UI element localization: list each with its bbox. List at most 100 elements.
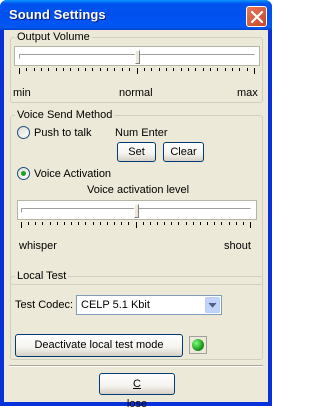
slider-tick xyxy=(42,222,43,225)
voice-level-min-label: whisper xyxy=(19,240,57,252)
output-volume-mid-label: normal xyxy=(119,87,153,99)
slider-tick xyxy=(178,222,179,225)
slider-tick xyxy=(166,68,167,71)
slider-tick xyxy=(71,222,72,225)
close-button-label: Close xyxy=(126,378,148,410)
slider-tick xyxy=(207,222,208,225)
slider-tick xyxy=(200,222,201,225)
slider-tick xyxy=(247,68,248,71)
close-button[interactable]: Close xyxy=(99,373,175,410)
window-title: Sound Settings xyxy=(9,7,106,22)
slider-tick xyxy=(128,222,129,225)
slider-tick xyxy=(85,222,86,225)
title-bar[interactable]: Sound Settings xyxy=(0,0,272,30)
slider-tick xyxy=(236,222,237,225)
sound-settings-window: Sound Settings Output Volume min normal … xyxy=(0,0,272,410)
slider-tick xyxy=(159,68,160,71)
slider-tick xyxy=(193,222,194,225)
test-codec-select[interactable]: CELP 5.1 Kbit xyxy=(76,295,222,315)
hotkey-value: Num Enter xyxy=(115,127,168,139)
slider-tick xyxy=(188,68,189,71)
slider-tick xyxy=(250,222,251,228)
slider-tick xyxy=(114,222,115,225)
slider-tick xyxy=(150,222,151,225)
slider-tick xyxy=(217,68,218,71)
local-test-group: Local Test Test Codec: CELP 5.1 Kbit Dea… xyxy=(10,270,263,360)
local-test-legend: Local Test xyxy=(15,270,69,282)
voice-level-ticks xyxy=(21,222,251,228)
slider-tick xyxy=(35,222,36,225)
voice-send-method-legend: Voice Send Method xyxy=(15,109,115,121)
slider-tick xyxy=(121,222,122,225)
voice-send-method-group: Voice Send Method Push to talk Num Enter… xyxy=(10,109,263,285)
slider-tick xyxy=(114,68,115,71)
slider-tick xyxy=(214,222,215,225)
voice-activation-radio[interactable] xyxy=(17,167,30,180)
close-icon xyxy=(251,11,263,23)
dropdown-arrow[interactable] xyxy=(205,297,220,313)
slider-tick xyxy=(173,68,174,71)
status-led-icon xyxy=(192,339,204,351)
footer-divider xyxy=(9,365,263,367)
clear-hotkey-button[interactable]: Clear xyxy=(163,142,204,162)
slider-tick xyxy=(232,68,233,71)
slider-tick xyxy=(203,68,204,71)
slider-tick xyxy=(122,68,123,71)
slider-tick xyxy=(239,68,240,71)
slider-tick xyxy=(107,68,108,71)
slider-tick xyxy=(229,222,230,225)
slider-tick xyxy=(93,222,94,225)
slider-tick xyxy=(100,68,101,71)
chevron-down-icon xyxy=(208,302,217,308)
output-volume-ticks xyxy=(19,68,255,74)
slider-tick xyxy=(92,68,93,71)
output-volume-group: Output Volume min normal max xyxy=(10,31,263,103)
test-codec-label: Test Codec: xyxy=(15,299,74,311)
slider-tick xyxy=(144,68,145,71)
push-to-talk-label[interactable]: Push to talk xyxy=(34,127,91,139)
dialog-client-area: Output Volume min normal max Voice Send … xyxy=(4,30,268,410)
slider-tick xyxy=(70,68,71,71)
slider-tick xyxy=(143,222,144,225)
set-hotkey-button[interactable]: Set xyxy=(117,142,156,162)
slider-tick xyxy=(225,68,226,71)
slider-tick xyxy=(195,68,196,71)
slider-tick xyxy=(181,68,182,71)
slider-tick xyxy=(41,68,42,71)
slider-tick xyxy=(164,222,165,225)
output-volume-legend: Output Volume xyxy=(15,31,92,43)
voice-level-thumb[interactable] xyxy=(134,204,139,218)
deactivate-local-test-button[interactable]: Deactivate local test mode xyxy=(15,334,183,357)
slider-tick xyxy=(64,222,65,225)
output-volume-min-label: min xyxy=(13,87,31,99)
slider-tick xyxy=(136,222,137,228)
slider-tick xyxy=(78,222,79,225)
slider-tick xyxy=(100,222,101,225)
voice-activation-label[interactable]: Voice Activation xyxy=(34,168,111,180)
slider-tick xyxy=(243,222,244,225)
slider-tick xyxy=(85,68,86,71)
slider-tick xyxy=(21,222,22,228)
close-window-button[interactable] xyxy=(246,6,267,27)
slider-tick xyxy=(34,68,35,71)
output-volume-max-label: max xyxy=(237,87,258,99)
slider-tick xyxy=(48,68,49,71)
slider-tick xyxy=(26,68,27,71)
slider-tick xyxy=(137,68,138,74)
slider-tick xyxy=(210,68,211,71)
slider-tick xyxy=(157,222,158,225)
slider-tick xyxy=(19,68,20,74)
test-codec-value: CELP 5.1 Kbit xyxy=(81,299,150,311)
slider-tick xyxy=(50,222,51,225)
slider-tick xyxy=(57,222,58,225)
slider-tick xyxy=(107,222,108,225)
push-to-talk-radio[interactable] xyxy=(17,126,30,139)
voice-activation-level-label: Voice activation level xyxy=(87,184,190,196)
output-volume-thumb[interactable] xyxy=(135,50,140,64)
slider-tick xyxy=(56,68,57,71)
slider-tick xyxy=(221,222,222,225)
slider-tick xyxy=(129,68,130,71)
local-test-status-indicator xyxy=(189,336,207,354)
slider-tick xyxy=(171,222,172,225)
slider-tick xyxy=(78,68,79,71)
